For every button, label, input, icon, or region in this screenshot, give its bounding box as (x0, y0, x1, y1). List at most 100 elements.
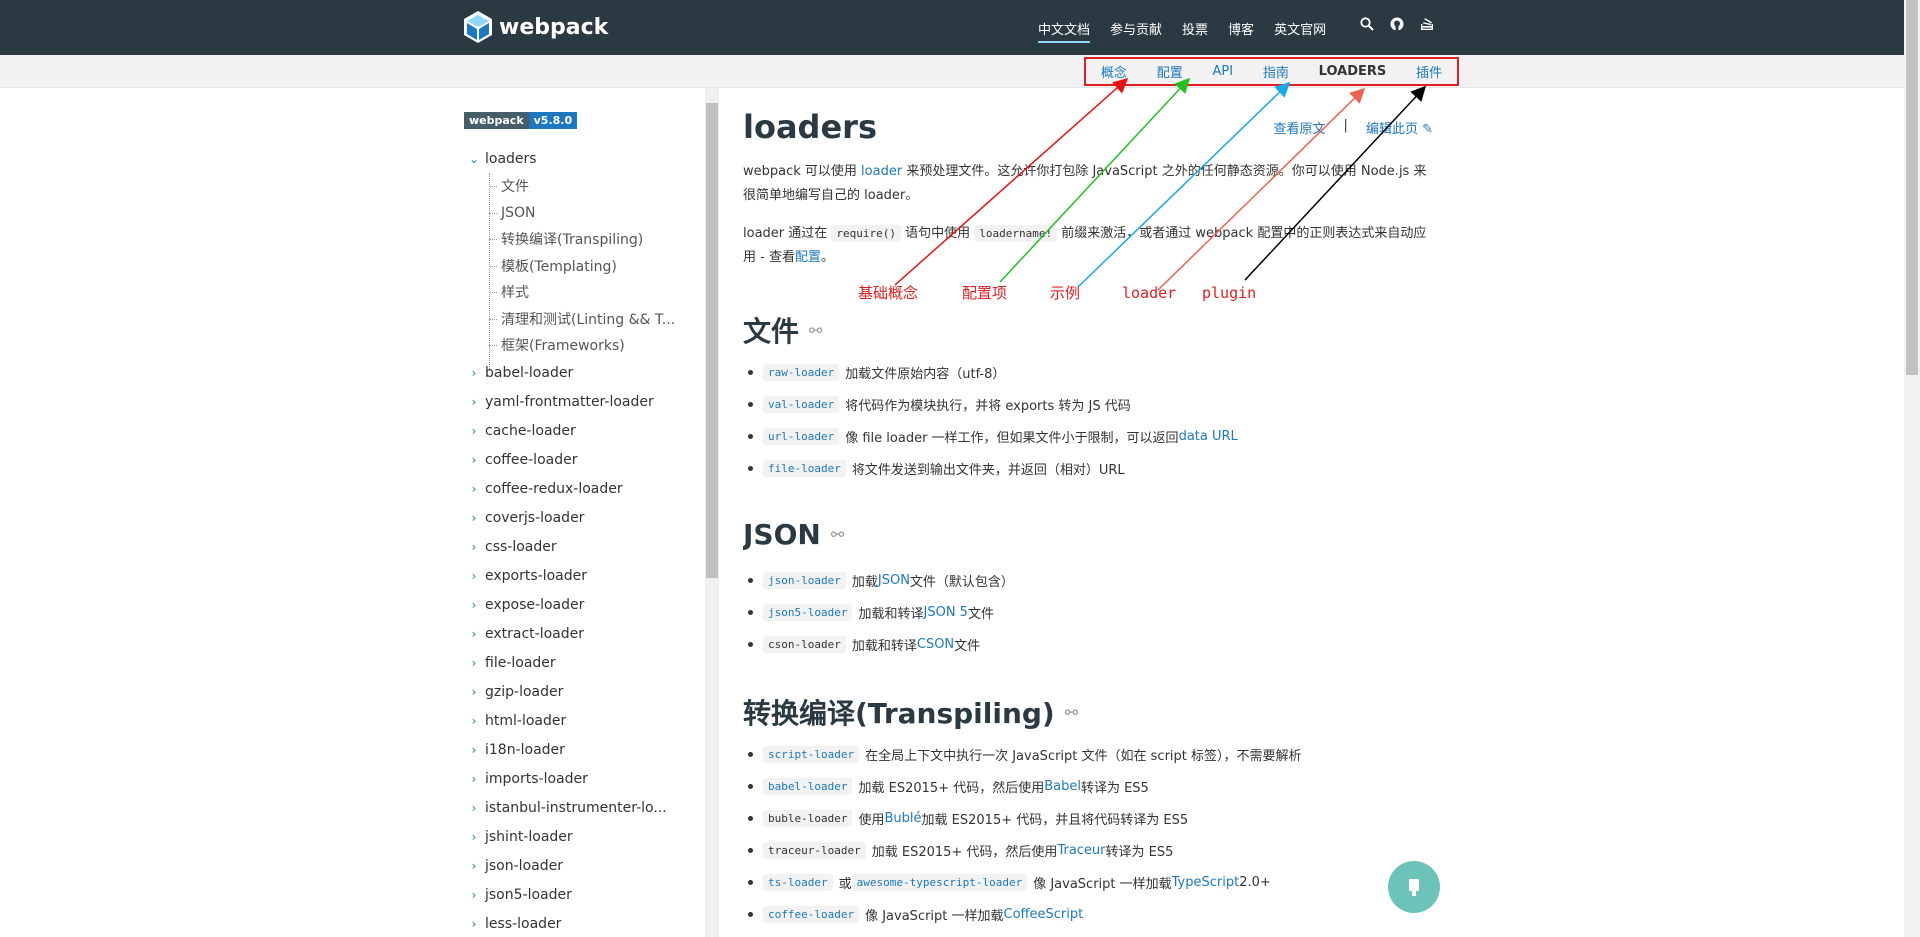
sidebar-item[interactable]: › json5-loader (463, 881, 703, 910)
sidebar-child-item[interactable]: 清理和测试(Linting && T... (463, 306, 703, 333)
sidebar-items: › babel-loader › yaml-frontmatter-loader › ca… (463, 359, 703, 937)
loader-code[interactable]: script-loader (763, 745, 860, 763)
loader-code[interactable]: raw-loader (763, 363, 840, 381)
item-text: 加载和转译 (858, 606, 924, 622)
item-link[interactable]: data URL (1179, 429, 1238, 444)
loader-code[interactable]: val-loader (763, 395, 840, 413)
subnav-api[interactable]: API (1212, 64, 1233, 79)
sidebar-item-label: jshint-loader (485, 829, 573, 845)
item-link[interactable]: JSON (878, 573, 910, 588)
sidebar-scrollbar[interactable] (705, 88, 719, 937)
subnav-plugins[interactable]: 插件 (1416, 62, 1442, 81)
feedback-button[interactable] (1388, 861, 1440, 913)
sidebar-item[interactable]: › babel-loader (463, 359, 703, 388)
loader-code[interactable]: file-loader (763, 459, 846, 477)
subnav-concepts[interactable]: 概念 (1101, 62, 1127, 81)
item-link[interactable]: Traceur (1057, 843, 1105, 858)
sidebar-item[interactable]: › expose-loader (463, 591, 703, 620)
list-item: coffee-loader 像 JavaScript 一样加载 CoffeeScr… (748, 898, 1433, 930)
sidebar-item-loaders[interactable]: ⌄ loaders (463, 144, 703, 173)
item-link[interactable]: Bublé (885, 811, 922, 826)
item-text: 将代码作为模块执行，并将 exports 转为 JS 代码 (845, 398, 1131, 414)
sidebar-child-item[interactable]: 样式 (463, 279, 703, 306)
sidebar-item[interactable]: › html-loader (463, 707, 703, 736)
loader-code[interactable]: json-loader (763, 571, 846, 589)
item-link[interactable]: Babel (1044, 779, 1081, 794)
sidebar-child-item[interactable]: 转换编译(Transpiling) (463, 226, 703, 253)
loader-code[interactable]: ts-loader (763, 873, 833, 891)
sidebar-item[interactable]: › coffee-redux-loader (463, 475, 703, 504)
subnav-guides[interactable]: 指南 (1263, 62, 1289, 81)
edit-page-link[interactable]: 编辑此页 ✎ (1366, 118, 1433, 137)
sidebar-scrollbar-thumb[interactable] (706, 103, 718, 578)
sidebar-item[interactable]: › json-loader (463, 852, 703, 881)
badge-name: webpack (464, 112, 529, 129)
chevron-right-icon: › (471, 830, 477, 844)
sidebar-child-item[interactable]: 模板(Templating) (463, 253, 703, 280)
nav-english-site[interactable]: 英文官网 (1274, 19, 1326, 43)
subnav-loaders[interactable]: LOADERS (1319, 64, 1387, 79)
sidebar-item-label: coffee-loader (485, 452, 578, 468)
sidebar-item[interactable]: › i18n-loader (463, 736, 703, 765)
stackoverflow-icon[interactable] (1420, 17, 1434, 31)
github-icon[interactable] (1390, 17, 1404, 31)
item-text: 加载 ES2015+ 代码，然后使用 (858, 780, 1045, 796)
sidebar-item[interactable]: › extract-loader (463, 620, 703, 649)
section-title-text: 文件 (743, 315, 800, 348)
loader-code[interactable]: babel-loader (763, 777, 853, 795)
item-link[interactable]: JSON 5 (924, 605, 968, 620)
nav-blog[interactable]: 博客 (1228, 19, 1254, 43)
subnav-configuration[interactable]: 配置 (1157, 62, 1183, 81)
sidebar-child-item[interactable]: 文件 (463, 173, 703, 200)
page-scrollbar-thumb[interactable] (1906, 0, 1918, 375)
sidebar-item-label: yaml-frontmatter-loader (485, 394, 654, 410)
loader-code: cson-loader (763, 635, 846, 653)
loadername-code: loadername! (974, 225, 1058, 242)
sidebar-item[interactable]: › less-loader (463, 910, 703, 937)
loader-code[interactable]: awesome-typescript-loader (851, 873, 1028, 891)
sidebar-item[interactable]: › jshint-loader (463, 823, 703, 852)
chevron-right-icon: › (471, 714, 477, 728)
chevron-right-icon: › (471, 859, 477, 873)
loader-code[interactable]: url-loader (763, 427, 840, 445)
page-scrollbar[interactable] (1904, 0, 1920, 937)
sidebar-child-item[interactable]: JSON (463, 200, 703, 227)
loader-code[interactable]: json5-loader (763, 603, 853, 621)
sidebar-item[interactable]: › coverjs-loader (463, 504, 703, 533)
nav-vote[interactable]: 投票 (1182, 19, 1208, 43)
sidebar-item[interactable]: › yaml-frontmatter-loader (463, 388, 703, 417)
sidebar-item[interactable]: › exports-loader (463, 562, 703, 591)
view-source-link[interactable]: 查看原文 (1274, 118, 1326, 137)
chevron-right-icon: › (471, 395, 477, 409)
sidebar-child-item[interactable]: 框架(Frameworks) (463, 332, 703, 359)
sidebar-item[interactable]: › coffee-loader (463, 446, 703, 475)
sidebar-item[interactable]: › css-loader (463, 533, 703, 562)
search-icon[interactable] (1360, 17, 1374, 31)
webpack-logo[interactable]: webpack (463, 10, 608, 44)
sidebar-item[interactable]: › file-loader (463, 649, 703, 678)
sidebar-item-label: loaders (485, 150, 537, 167)
version-badge[interactable]: webpack v5.8.0 (464, 112, 578, 129)
badge-version: v5.8.0 (528, 112, 578, 129)
item-link[interactable]: CoffeeScript (1004, 907, 1084, 922)
list-item: url-loader 像 file loader 一样工作，但如果文件小于限制，可… (748, 420, 1433, 452)
link-icon[interactable]: ⚯ (809, 321, 822, 340)
loader-link[interactable]: loader (861, 164, 902, 179)
loader-code[interactable]: coffee-loader (763, 905, 860, 923)
sidebar-item[interactable]: › cache-loader (463, 417, 703, 446)
item-text: 加载 (851, 574, 878, 590)
nav-chinese-docs[interactable]: 中文文档 (1038, 19, 1091, 43)
loader-code: buble-loader (763, 809, 853, 827)
config-link[interactable]: 配置 (795, 250, 821, 265)
sidebar-item[interactable]: › gzip-loader (463, 678, 703, 707)
item-link[interactable]: CSON (917, 637, 954, 652)
sidebar-item-label: json5-loader (485, 887, 572, 903)
link-icon[interactable]: ⚯ (831, 525, 844, 544)
nav-contribute[interactable]: 参与贡献 (1110, 19, 1162, 43)
link-icon[interactable]: ⚯ (1065, 703, 1078, 722)
annotation-text: 配置项 (962, 284, 1008, 302)
sidebar-item[interactable]: › imports-loader (463, 765, 703, 794)
sidebar-item[interactable]: › istanbul-instrumenter-lo... (463, 794, 703, 823)
webpack-cube-icon (464, 11, 492, 43)
item-link[interactable]: TypeScript (1172, 875, 1240, 890)
